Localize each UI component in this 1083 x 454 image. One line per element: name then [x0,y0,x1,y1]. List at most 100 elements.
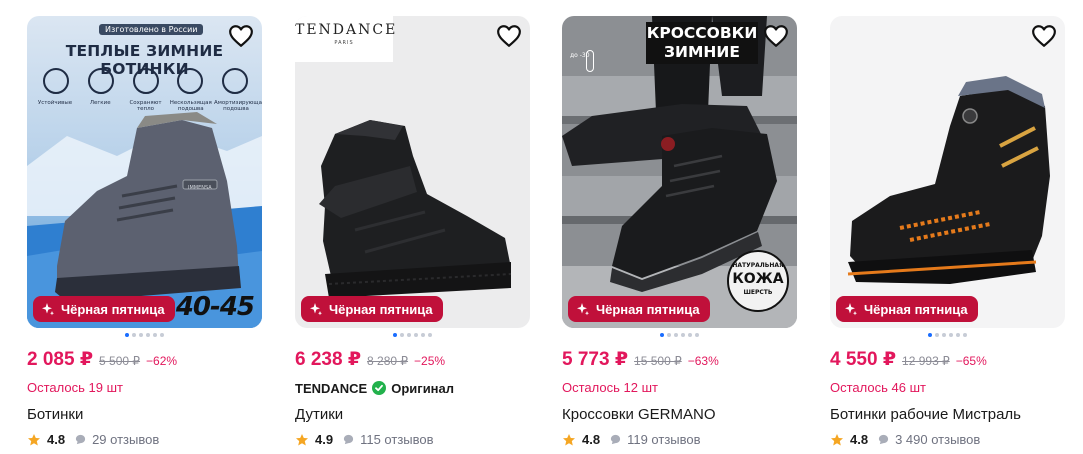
favorite-button[interactable] [763,24,789,48]
price-row: 6 238 ₽ 8 280 ₽ −25% [295,348,530,371]
reviews-count: 3 490 отзывов [895,432,981,447]
image-carousel-dots[interactable] [27,333,262,337]
rating-row[interactable]: 4.8 29 отзывов [27,432,262,447]
product-image[interactable]: Изготовлено в России ТЕПЛЫЕ ЗИМНИЕ БОТИН… [27,16,262,328]
rating-row[interactable]: 4.8 119 отзывов [562,432,797,447]
leather-seal: НАТУРАЛЬНАЯ КОЖА ШЕРСТЬ [727,250,789,312]
stable-icon [43,68,69,94]
comment-icon [343,434,354,445]
promo-label: Чёрная пятница [864,301,968,317]
sparkle-icon [42,303,54,316]
image-carousel-dots[interactable] [830,333,1065,337]
thermometer-icon [586,50,594,72]
discount: −65% [955,354,987,368]
boot-logo: IMMENSA [188,185,212,191]
product-title[interactable]: Дутики [295,406,530,423]
current-price: 5 773 ₽ [562,349,629,370]
product-image[interactable]: TENDANCE PARIS Чёрная пятница [295,16,530,328]
comment-icon [75,434,86,445]
product-image[interactable]: КРОССОВКИ ЗИМНИЕ до -30 НАТУРАЛЬНАЯ КОЖА… [562,16,797,328]
heart-icon [764,25,788,47]
feature-label: Устойчивые [37,100,73,106]
seal-text-main: КОЖА [732,271,784,287]
brand-logo: TENDANCE [295,22,398,38]
made-in-russia-label: Изготовлено в России [99,24,204,35]
comment-icon [878,434,889,445]
star-icon [296,433,308,445]
sparkle-icon [845,303,857,316]
favorite-button[interactable] [228,24,254,48]
sparkle-icon [577,303,589,316]
puffer-boot-photo [295,16,530,328]
product-image[interactable]: Чёрная пятница [830,16,1065,328]
seal-text-top: НАТУРАЛЬНАЯ [732,262,784,269]
price-row: 5 773 ₽ 15 500 ₽ −63% [562,348,797,371]
heart-icon [229,25,253,47]
original-check-icon [372,381,387,395]
promo-label: Чёрная пятница [61,301,165,317]
star-icon [563,433,575,445]
rating-value: 4.8 [850,432,869,447]
product-title[interactable]: Ботинки [27,406,262,423]
seal-text-bottom: ШЕРСТЬ [743,289,773,296]
brand-name[interactable]: TENDANCE [295,381,367,396]
product-title[interactable]: Кроссовки GERMANO [562,406,797,423]
heart-icon [497,25,521,47]
comment-icon [610,434,621,445]
favorite-button[interactable] [496,24,522,48]
heart-icon [1032,25,1056,47]
black-friday-badge: Чёрная пятница [568,296,710,322]
price-row: 4 550 ₽ 12 993 ₽ −65% [830,348,1065,371]
work-boot-photo [830,16,1065,328]
image-headline-1: КРОССОВКИ [646,22,758,43]
product-card[interactable]: Чёрная пятница 4 550 ₽ 12 993 ₽ −65% Ост… [830,16,1065,447]
current-price: 2 085 ₽ [27,349,94,370]
reviews-count: 29 отзывов [92,432,160,447]
price-row: 2 085 ₽ 5 500 ₽ −62% [27,348,262,371]
product-card[interactable]: TENDANCE PARIS Чёрная пятница 6 238 ₽ 8 … [295,16,530,447]
reviews-count: 115 отзывов [360,432,434,447]
favorite-button[interactable] [1031,24,1057,48]
image-headline-2: ЗИМНИЕ [646,43,758,64]
size-range: 40-45 [175,292,255,322]
old-price: 5 500 ₽ [99,354,141,368]
image-carousel-dots[interactable] [295,333,530,337]
feature-labels: Устойчивые Легкие Сохраняют тепло Нескол… [33,100,262,112]
promo-label: Чёрная пятница [329,301,433,317]
reviews-count: 119 отзывов [627,432,701,447]
product-card[interactable]: Изготовлено в России ТЕПЛЫЕ ЗИМНИЕ БОТИН… [27,16,262,447]
current-price: 6 238 ₽ [295,349,362,370]
feather-icon [87,68,114,94]
rating-value: 4.8 [47,432,66,447]
snowflake-icon [132,68,159,94]
shock-absorb-icon [222,68,248,94]
stock-left: Осталось 46 шт [830,380,926,395]
non-slip-icon [177,68,204,94]
product-title[interactable]: Ботинки рабочие Мистраль [830,406,1065,423]
black-friday-badge: Чёрная пятница [301,296,443,322]
promo-label: Чёрная пятница [596,301,700,317]
feature-icons [43,68,248,94]
original-label: Оригинал [391,380,455,396]
feature-label: Сохраняют тепло [129,100,162,112]
discount: −25% [414,354,446,368]
image-carousel-dots[interactable] [562,333,797,337]
brand-logo-sub: PARIS [334,40,354,46]
star-icon [831,433,843,445]
discount: −62% [146,354,178,368]
feature-label: Нескользящая подошва [169,100,212,112]
black-friday-badge: Чёрная пятница [33,296,175,322]
rating-row[interactable]: 4.9 115 отзывов [295,432,530,447]
old-price: 8 280 ₽ [367,354,409,368]
feature-label: Легкие [89,100,111,106]
brand-row[interactable]: TENDANCE Оригинал [295,380,530,396]
feature-label: Амортизирующая подошва [214,100,262,112]
product-card[interactable]: КРОССОВКИ ЗИМНИЕ до -30 НАТУРАЛЬНАЯ КОЖА… [562,16,797,447]
stock-left: Осталось 12 шт [562,380,658,395]
rating-value: 4.8 [582,432,601,447]
stock-left: Осталось 19 шт [27,380,123,395]
star-icon [28,433,40,445]
rating-row[interactable]: 4.8 3 490 отзывов [830,432,1065,447]
old-price: 15 500 ₽ [634,354,682,368]
sparkle-icon [310,303,322,316]
